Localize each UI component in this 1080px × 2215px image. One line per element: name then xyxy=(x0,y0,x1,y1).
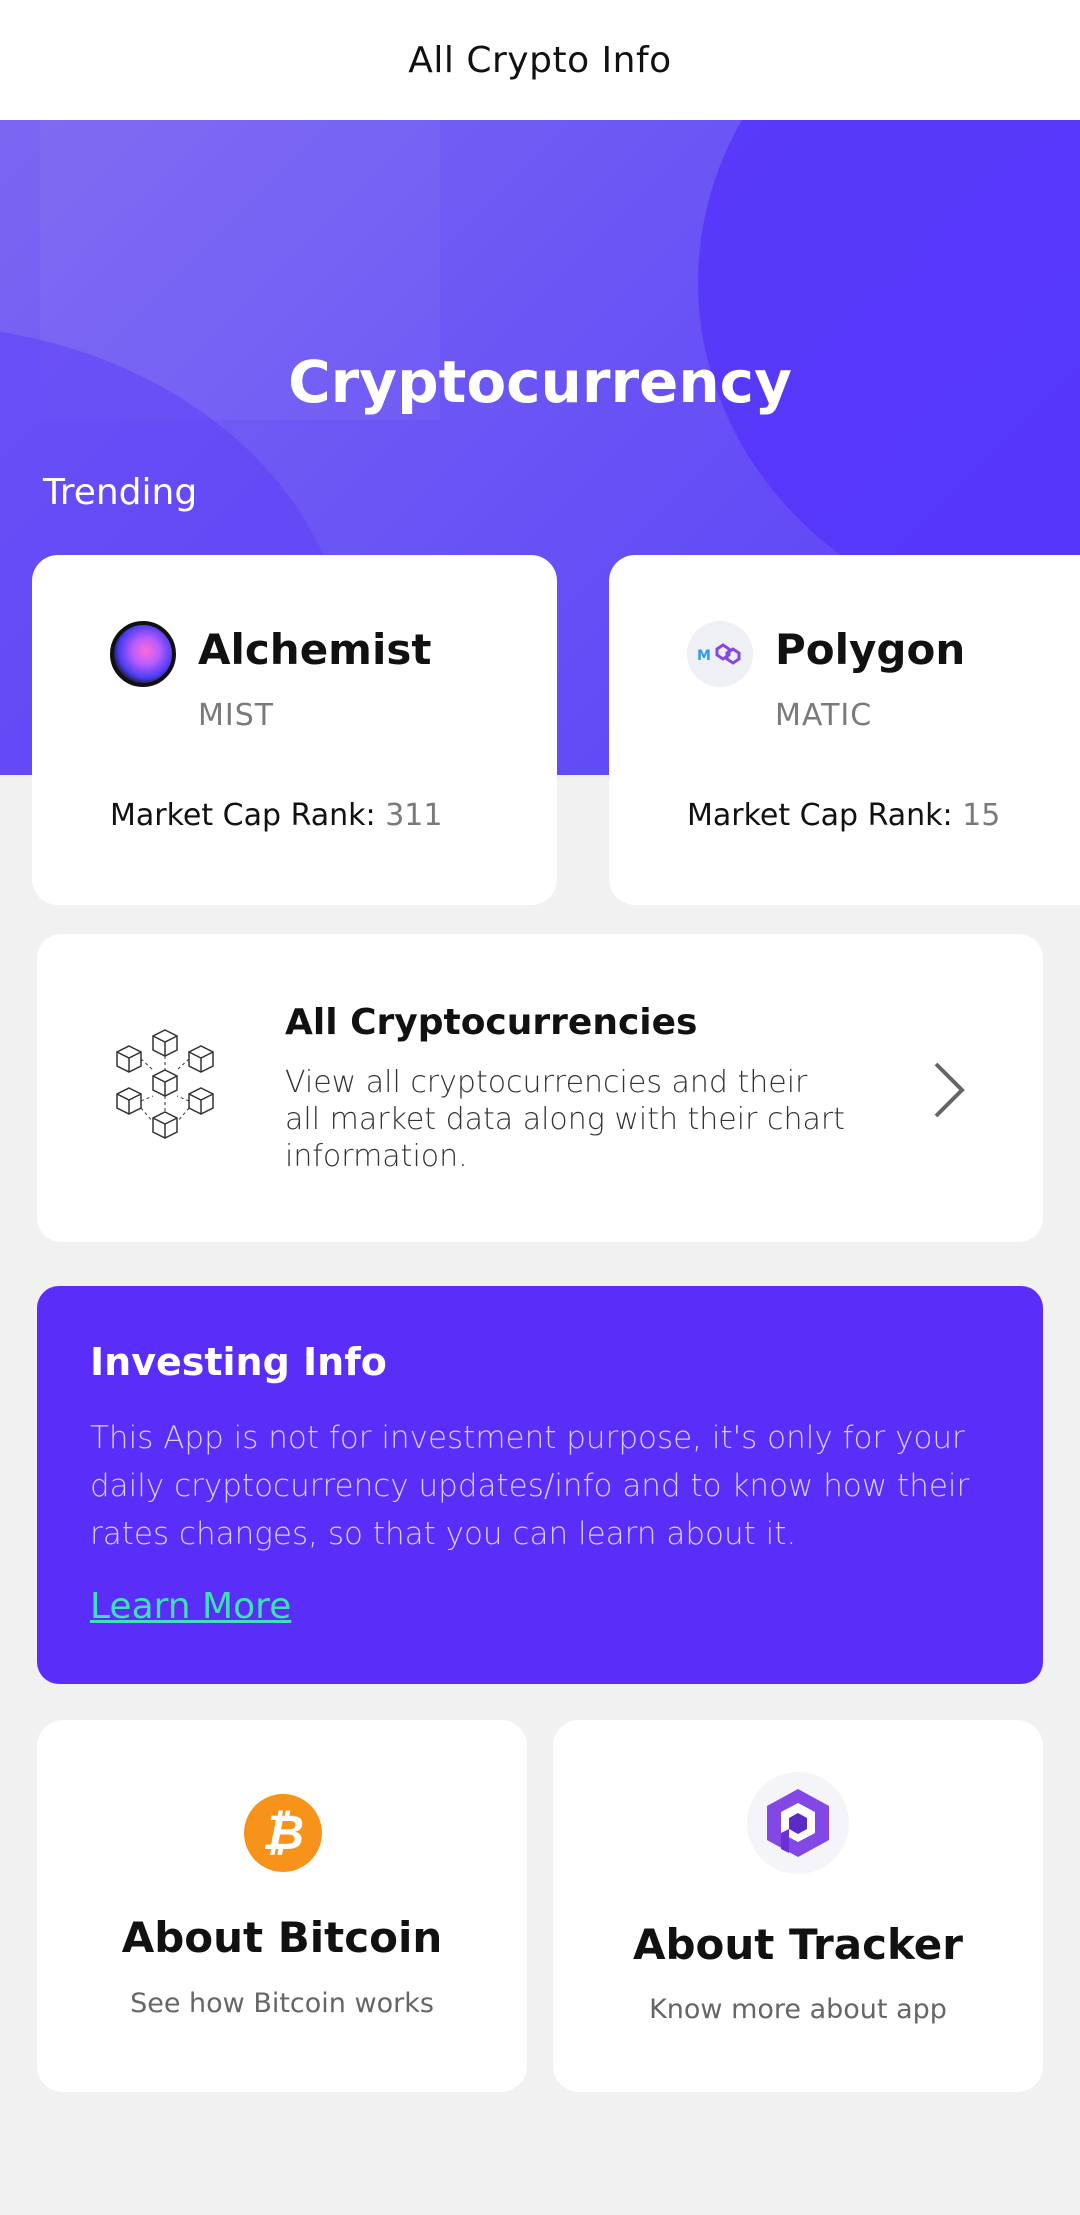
trending-label: Trending xyxy=(43,472,198,513)
trending-card-alchemist[interactable]: Alchemist MIST Market Cap Rank: 311 xyxy=(32,555,557,905)
about-bitcoin-card[interactable]: ₿ About Bitcoin See how Bitcoin works xyxy=(37,1720,527,2092)
about-bitcoin-subtitle: See how Bitcoin works xyxy=(130,1988,434,2019)
investing-info-description: This App is not for investment purpose, … xyxy=(90,1420,970,1552)
chevron-right-icon[interactable] xyxy=(922,1060,972,1120)
learn-more-link[interactable]: Learn More xyxy=(90,1586,291,1627)
about-tracker-card[interactable]: About Tracker Know more about app xyxy=(553,1720,1043,2092)
app-title: All Crypto Info xyxy=(408,39,672,81)
rank-value: 15 xyxy=(962,798,1001,833)
alchemist-logo-icon xyxy=(110,621,176,687)
coin-name: Alchemist xyxy=(198,625,432,674)
blockchain-cubes-icon xyxy=(116,1029,214,1139)
polygon-logo-icon: M xyxy=(687,621,753,687)
all-cryptocurrencies-title: All Cryptocurrencies xyxy=(285,1002,698,1043)
bitcoin-icon: ₿ xyxy=(244,1794,322,1872)
coin-symbol: MATIC xyxy=(775,698,873,733)
market-cap-rank: Market Cap Rank: 15 xyxy=(687,798,1000,833)
rank-value: 311 xyxy=(385,798,443,833)
app-bar: All Crypto Info xyxy=(0,0,1080,120)
all-cryptocurrencies-description: View all cryptocurrencies and their all … xyxy=(285,1065,845,1174)
investing-info-title: Investing Info xyxy=(90,1340,387,1384)
coin-symbol: MIST xyxy=(198,698,275,733)
rank-label: Market Cap Rank: xyxy=(110,798,376,833)
tracker-logo-icon xyxy=(747,1772,849,1874)
rank-label: Market Cap Rank: xyxy=(687,798,953,833)
market-cap-rank: Market Cap Rank: 311 xyxy=(110,798,442,833)
about-tracker-title: About Tracker xyxy=(632,1920,963,1969)
coin-name: Polygon xyxy=(775,625,966,674)
trending-card-polygon[interactable]: M Polygon MATIC Market Cap Rank: 15 xyxy=(609,555,1080,905)
about-bitcoin-title: About Bitcoin xyxy=(121,1913,443,1962)
investing-info-card: Investing Info This App is not for inves… xyxy=(37,1286,1043,1684)
all-cryptocurrencies-card[interactable]: All Cryptocurrencies View all cryptocurr… xyxy=(37,934,1043,1242)
hero-title: Cryptocurrency xyxy=(288,348,792,416)
svg-text:M: M xyxy=(697,648,711,664)
about-tracker-subtitle: Know more about app xyxy=(649,1994,947,2025)
